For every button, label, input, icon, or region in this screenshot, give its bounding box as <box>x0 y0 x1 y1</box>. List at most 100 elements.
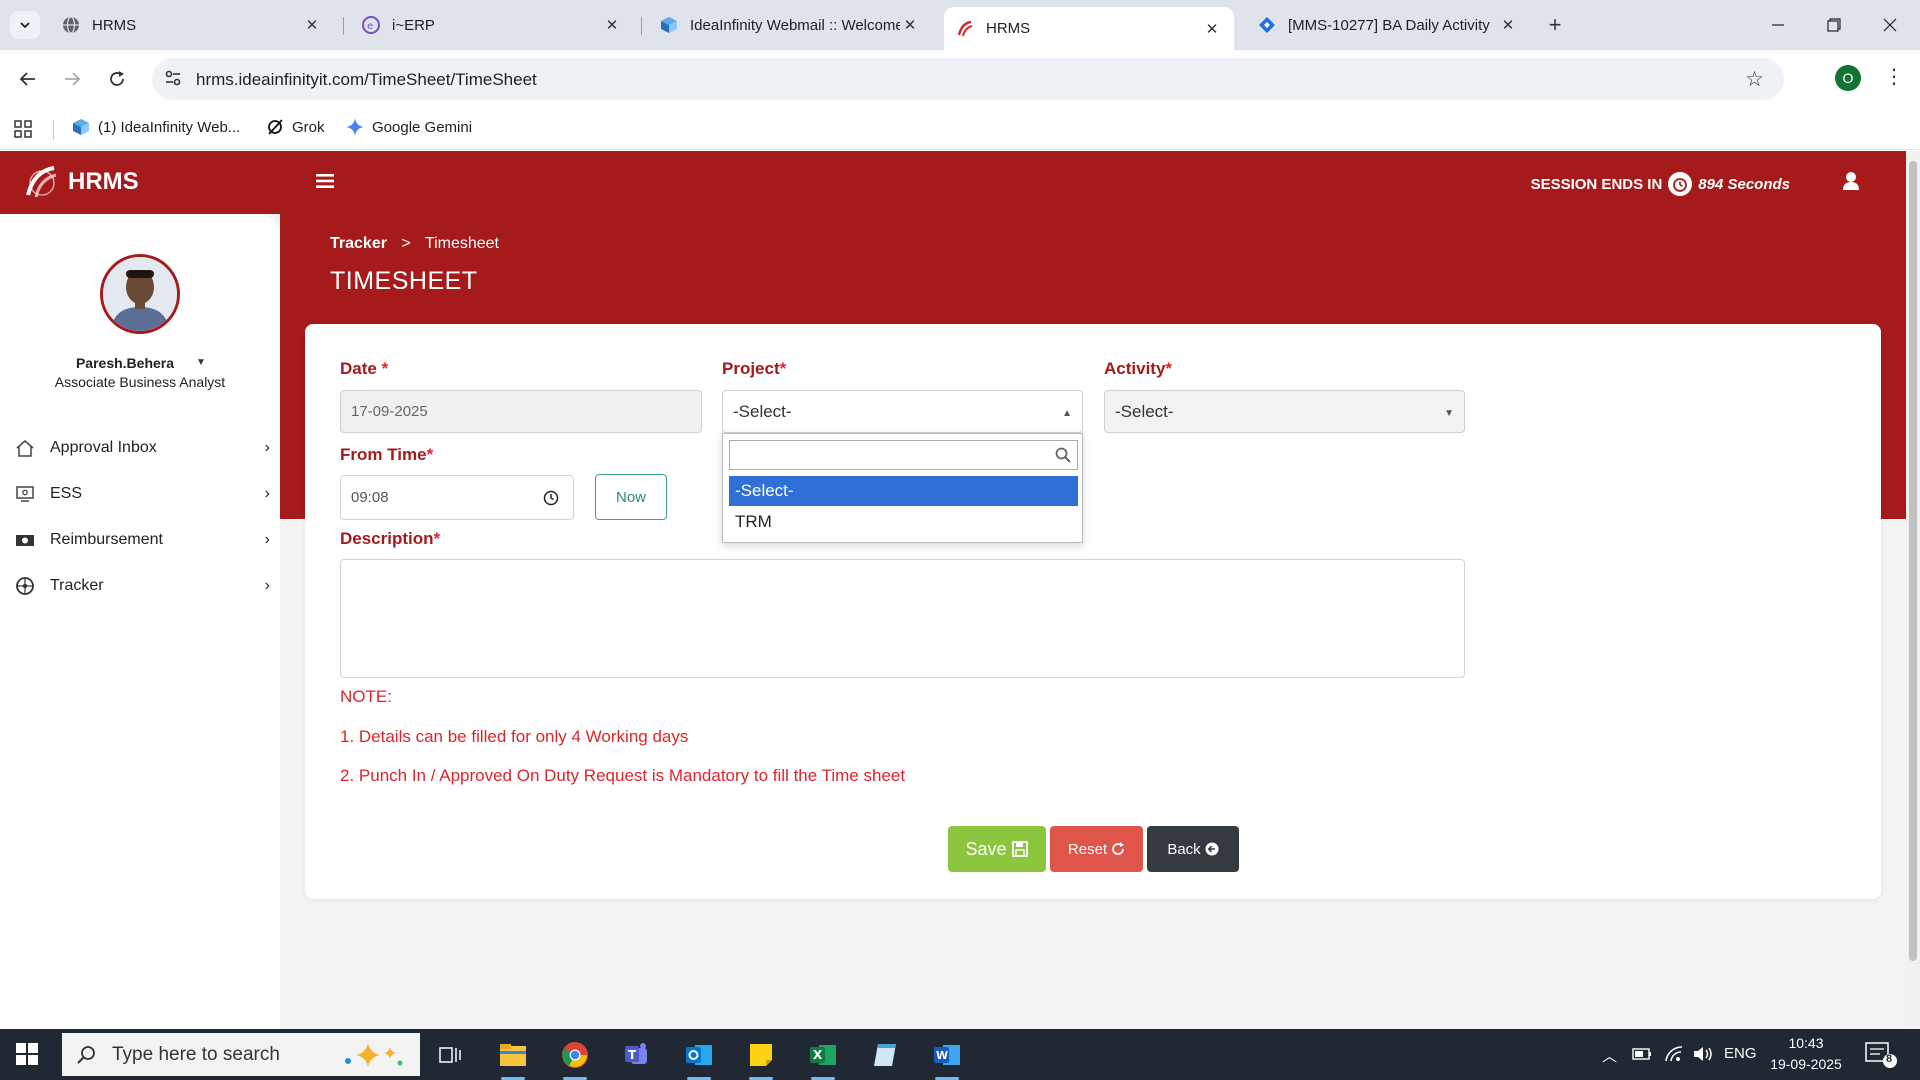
address-bar[interactable]: hrms.ideainfinityit.com/TimeSheet/TimeSh… <box>152 58 1784 100</box>
page-scrollbar[interactable] <box>1906 151 1920 1029</box>
project-label-text: Project <box>722 359 780 378</box>
user-role: Associate Business Analyst <box>54 374 226 390</box>
required-mark: * <box>381 359 389 378</box>
outlook-icon[interactable] <box>679 1035 719 1080</box>
close-icon[interactable]: ✕ <box>900 16 920 34</box>
sidebar-item-tracker[interactable]: Tracker › <box>14 571 270 601</box>
profile-avatar[interactable]: O <box>1835 65 1861 91</box>
language-indicator[interactable]: ENG <box>1724 1045 1757 1062</box>
close-icon[interactable]: ✕ <box>302 16 322 34</box>
alarm-clock-icon <box>1668 172 1693 196</box>
date-label-text: Date <box>340 359 377 378</box>
tab-hrms-1[interactable]: HRMS ✕ <box>50 7 334 43</box>
activity-select[interactable]: -Select- ▼ <box>1104 390 1465 433</box>
back-button[interactable]: Back <box>1147 826 1239 872</box>
taskbar-time: 10:43 <box>1788 1035 1824 1051</box>
hrms-logo[interactable]: HRMS <box>24 165 139 199</box>
wifi-icon[interactable] <box>1664 1045 1684 1063</box>
activity-label: Activity* <box>1104 359 1172 379</box>
windows-start-icon[interactable] <box>16 1043 38 1065</box>
floppy-disk-icon <box>1011 841 1028 857</box>
scrollbar-thumb[interactable] <box>1909 161 1917 961</box>
taskbar-date: 19-09-2025 <box>1770 1056 1842 1072</box>
word-icon[interactable]: W <box>927 1035 967 1080</box>
window-close-button[interactable] <box>1862 0 1918 50</box>
taskbar-search-box[interactable]: Type here to search <box>62 1033 420 1076</box>
notepad-icon[interactable] <box>865 1035 905 1075</box>
chrome-icon[interactable] <box>555 1035 595 1080</box>
new-tab-button[interactable]: + <box>1540 11 1570 39</box>
dropdown-option-select[interactable]: -Select- <box>729 476 1078 506</box>
sidebar-item-ess[interactable]: ESS › <box>14 479 270 509</box>
chevron-right-icon: › <box>264 577 270 594</box>
teams-icon[interactable]: T <box>617 1035 657 1075</box>
hrms-logo-icon <box>957 20 973 36</box>
file-explorer-icon[interactable] <box>493 1035 533 1080</box>
site-settings-icon[interactable] <box>164 69 182 87</box>
chevron-right-icon: › <box>264 531 270 548</box>
restore-icon <box>1827 18 1841 32</box>
tab-hrms-active[interactable]: HRMS ✕ <box>944 7 1234 50</box>
now-button[interactable]: Now <box>595 474 667 520</box>
avatar[interactable] <box>100 254 180 334</box>
task-view-icon[interactable] <box>430 1035 470 1075</box>
globe-icon <box>63 16 79 34</box>
hamburger-menu-icon[interactable] <box>316 173 334 189</box>
project-select[interactable]: -Select- ▲ <box>722 390 1083 433</box>
tab-webmail[interactable]: IdeaInfinity Webmail :: Welcome ✕ <box>648 7 932 43</box>
sticky-notes-icon[interactable] <box>741 1035 781 1080</box>
description-textarea[interactable] <box>340 559 1465 678</box>
clock-icon[interactable] <box>543 490 559 506</box>
breadcrumb-tracker-link[interactable]: Tracker <box>330 235 387 252</box>
caret-down-icon[interactable]: ▼ <box>196 357 206 368</box>
tab-ierp[interactable]: e i~ERP ✕ <box>350 7 634 43</box>
battery-icon[interactable] <box>1632 1047 1652 1061</box>
tab-separator <box>641 17 642 35</box>
required-mark: * <box>433 529 441 548</box>
volume-icon[interactable] <box>1692 1045 1714 1063</box>
note-item-2: 2. Punch In / Approved On Duty Request i… <box>340 766 906 785</box>
forward-nav-button[interactable] <box>58 65 86 93</box>
webmail-cube-icon <box>73 119 89 135</box>
close-icon[interactable]: ✕ <box>1498 16 1518 34</box>
tab-mms[interactable]: [MMS-10277] BA Daily Activity ✕ <box>1246 7 1530 43</box>
sparkle-icon <box>345 1043 403 1067</box>
user-icon[interactable] <box>1842 171 1860 191</box>
bookmarks-divider <box>53 120 54 140</box>
bookmark-label: Grok <box>292 118 325 136</box>
caret-up-icon: ▲ <box>1062 408 1072 419</box>
dropdown-search-input[interactable] <box>729 440 1078 470</box>
plus-icon: + <box>1548 12 1562 37</box>
bookmark-webmail[interactable]: (1) IdeaInfinity Web... <box>72 118 240 136</box>
from-time-input[interactable]: 09:08 <box>340 475 574 520</box>
from-time-label-text: From Time <box>340 445 427 464</box>
taskbar-clock[interactable]: 10:43 19-09-2025 <box>1764 1033 1848 1075</box>
excel-icon[interactable]: X <box>803 1035 843 1080</box>
bookmark-gemini[interactable]: Google Gemini <box>346 118 472 136</box>
sidebar-item-approval-inbox[interactable]: Approval Inbox › <box>14 433 270 463</box>
bookmark-label: (1) IdeaInfinity Web... <box>98 118 241 136</box>
browser-tab-bar: HRMS ✕ e i~ERP ✕ IdeaInfinity Webmail ::… <box>0 0 1920 50</box>
notification-center-icon[interactable]: 8 <box>1865 1041 1899 1074</box>
bookmark-grok[interactable]: Grok <box>266 118 325 136</box>
bookmark-star-icon[interactable]: ☆ <box>1745 67 1764 92</box>
restore-button[interactable] <box>1806 0 1862 50</box>
reset-button[interactable]: Reset <box>1050 826 1143 872</box>
more-options-icon[interactable]: ⋮ <box>1884 64 1904 89</box>
tab-search-button[interactable] <box>10 11 40 39</box>
chevron-up-icon[interactable]: ︿ <box>1602 1045 1617 1066</box>
close-icon[interactable]: ✕ <box>1202 20 1222 38</box>
sidebar-item-reimbursement[interactable]: Reimbursement › <box>14 525 270 555</box>
session-prefix: SESSION ENDS IN <box>1530 175 1663 193</box>
date-input[interactable]: 17-09-2025 <box>340 390 702 433</box>
taskbar-search-placeholder: Type here to search <box>112 1043 280 1065</box>
dropdown-option-trm[interactable]: TRM <box>729 507 1078 537</box>
close-icon[interactable]: ✕ <box>602 16 622 34</box>
monitor-icon <box>14 483 36 505</box>
minimize-button[interactable] <box>1750 0 1806 50</box>
user-name[interactable]: Paresh.Behera <box>0 355 250 371</box>
reload-button[interactable] <box>103 65 131 93</box>
back-nav-button[interactable] <box>14 65 42 93</box>
save-button[interactable]: Save <box>948 826 1046 872</box>
apps-grid-icon[interactable] <box>14 120 32 138</box>
